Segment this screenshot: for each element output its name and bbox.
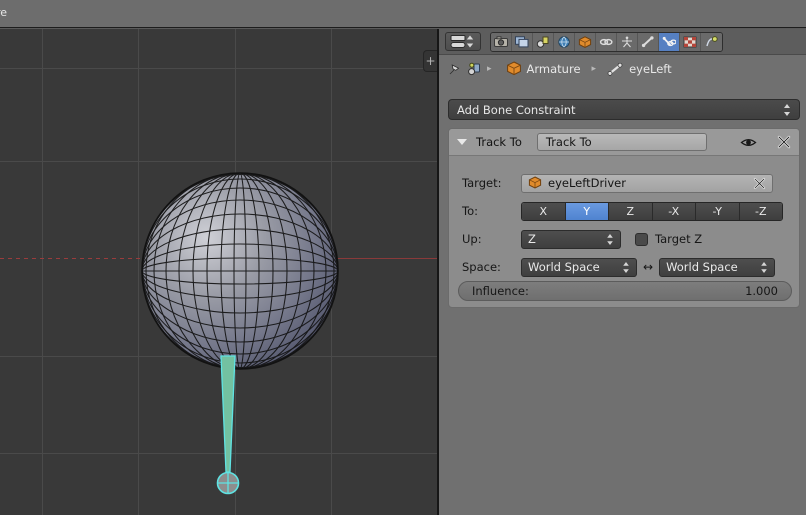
uv-sphere-object[interactable] (140, 171, 340, 371)
camera-icon (494, 35, 508, 47)
cube-icon (528, 176, 542, 190)
checker-icon (683, 36, 697, 47)
constraint-type-label: Track To (476, 135, 522, 149)
to-axis-toggle-group[interactable]: X Y Z -X -Y -Z (521, 201, 783, 221)
chevron-updown-icon (760, 261, 768, 274)
tab-bone-constraints[interactable] (659, 32, 680, 51)
breadcrumb-separator: ▸ (487, 64, 492, 74)
close-icon[interactable] (777, 135, 791, 149)
target-object-input[interactable]: eyeLeftDriver (521, 173, 773, 193)
target-row: Target: eyeLeftDriver (449, 169, 801, 197)
tab-world[interactable] (554, 32, 575, 51)
influence-slider[interactable]: Influence: 1.000 (458, 281, 792, 301)
chevron-updown-icon (783, 103, 791, 117)
top-bar: re (0, 0, 806, 28)
grid-line (0, 161, 437, 162)
target-z-checkbox[interactable] (635, 232, 648, 246)
grid-line (0, 68, 437, 69)
tab-object[interactable] (575, 32, 596, 51)
scene-icon (536, 36, 549, 48)
top-bar-text: re (0, 6, 8, 19)
viewport-toolbar-toggle[interactable]: + (423, 50, 437, 72)
chevron-updown-icon (622, 261, 630, 274)
cube-icon (578, 35, 592, 48)
space-swap-icon: ↔ (643, 260, 654, 274)
target-space-dropdown[interactable]: World Space (659, 257, 776, 277)
tab-texture[interactable] (680, 32, 701, 51)
uv-sphere-icon (141, 172, 339, 370)
to-axis-neg-x[interactable]: -X (652, 202, 696, 220)
add-bone-constraint-dropdown[interactable]: Add Bone Constraint (448, 99, 800, 120)
globe-icon (558, 35, 570, 48)
influence-label: Influence: (472, 284, 529, 298)
tab-render[interactable] (491, 32, 512, 51)
owner-space-value: World Space (528, 260, 600, 274)
target-space-value: World Space (666, 260, 738, 274)
triangle-down-icon[interactable] (457, 139, 467, 145)
armature-data-icon (622, 36, 632, 47)
up-label: Up: (462, 232, 482, 246)
bone-constraint-icon (662, 36, 676, 46)
constraint-header[interactable]: Track To Track To (449, 129, 799, 156)
bone-icon (641, 35, 654, 47)
x-axis-line (337, 258, 437, 259)
breadcrumb-separator: ▸ (591, 64, 597, 74)
tab-render-layers[interactable] (512, 32, 533, 51)
editor-type-button[interactable] (445, 32, 481, 51)
add-bone-constraint-label: Add Bone Constraint (457, 102, 576, 117)
bone-constraint-context-icon (467, 62, 482, 77)
tab-object-constraints[interactable] (596, 32, 617, 51)
cube-icon (506, 61, 522, 77)
breadcrumb: ▸ Armature ▸ eyeLeft (439, 55, 806, 83)
tab-physics[interactable] (701, 32, 722, 51)
grid-line (42, 29, 43, 515)
influence-value: 1.000 (745, 284, 778, 298)
tab-scene[interactable] (533, 32, 554, 51)
breadcrumb-item-eyeleft[interactable]: eyeLeft (629, 62, 672, 76)
target-label: Target: (462, 176, 502, 190)
up-axis-value: Z (528, 232, 536, 246)
pin-icon[interactable] (447, 62, 462, 77)
to-axis-z[interactable]: Z (609, 202, 653, 220)
tab-object-data[interactable] (617, 32, 638, 51)
x-axis-line-dashed (0, 258, 150, 259)
bone-icon (216, 355, 240, 495)
bone-object[interactable] (205, 354, 251, 499)
up-axis-dropdown[interactable]: Z (521, 229, 621, 249)
to-axis-neg-z[interactable]: -Z (739, 202, 782, 220)
owner-space-dropdown[interactable]: World Space (521, 257, 637, 277)
space-label: Space: (462, 260, 501, 274)
properties-editor-icon (450, 35, 474, 48)
properties-editor: ▸ Armature ▸ eyeLeft Add Bone Constraint (439, 29, 806, 515)
physics-icon (705, 35, 718, 46)
properties-tab-group[interactable] (490, 31, 723, 52)
tab-bone[interactable] (638, 32, 659, 51)
chain-icon (599, 38, 613, 45)
space-row: Space: World Space ↔ World Space (449, 253, 801, 281)
constraint-panel-track-to: Track To Track To Target: eyeLeftDriver … (448, 128, 800, 308)
up-row: Up: Z Target Z (449, 225, 801, 253)
grid-line (138, 29, 139, 515)
images-icon (515, 35, 529, 47)
to-axis-neg-y[interactable]: -Y (696, 202, 740, 220)
eye-icon[interactable] (740, 136, 757, 149)
blender-window: re (0, 0, 806, 515)
3d-viewport[interactable]: + (0, 29, 437, 515)
bone-icon (607, 62, 624, 77)
constraint-name-input[interactable]: Track To (536, 133, 707, 151)
to-row: To: X Y Z -X -Y -Z (449, 197, 801, 225)
to-axis-x[interactable]: X (522, 202, 566, 220)
target-z-label: Target Z (655, 232, 703, 246)
properties-header (439, 29, 806, 55)
to-axis-y[interactable]: Y (565, 202, 609, 220)
clear-target-icon[interactable] (753, 177, 766, 190)
target-object-value: eyeLeftDriver (548, 176, 626, 190)
chevron-updown-icon (606, 233, 614, 246)
breadcrumb-item-armature[interactable]: Armature (527, 62, 581, 76)
to-label: To: (462, 204, 478, 218)
